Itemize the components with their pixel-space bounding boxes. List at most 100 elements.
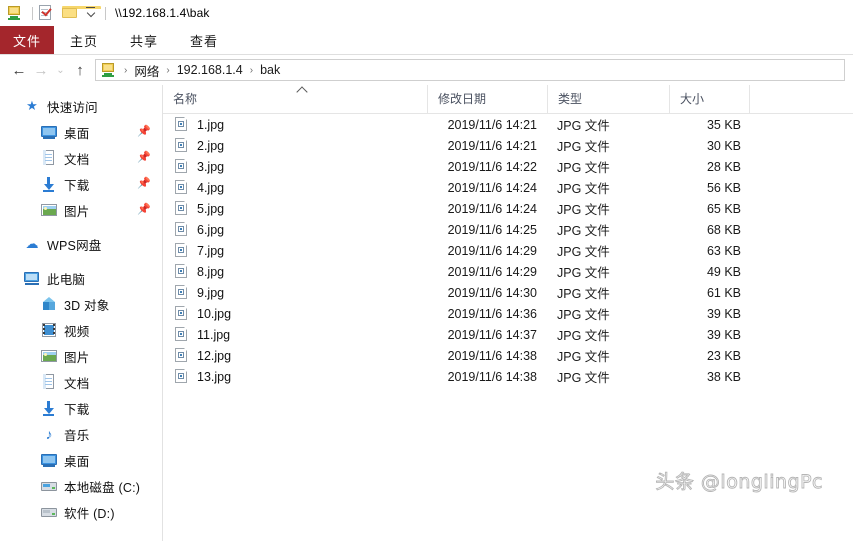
pin-icon[interactable]: 📌: [137, 126, 151, 138]
breadcrumb-folder[interactable]: bak: [257, 63, 283, 77]
table-row[interactable]: 5.jpg 2019/11/6 14:24 JPG 文件 65 KB: [163, 198, 853, 219]
file-size: 28 KB: [706, 159, 741, 174]
recent-locations-button[interactable]: ⌄: [52, 59, 69, 81]
sidebar-label: WPS网盘: [47, 238, 102, 253]
sidebar-item-documents-pc[interactable]: 文档: [0, 369, 162, 395]
breadcrumb-host[interactable]: 192.168.1.4: [174, 63, 246, 77]
file-name: 6.jpg: [197, 222, 225, 237]
customize-quick-access-icon[interactable]: [85, 5, 97, 22]
file-type: JPG 文件: [557, 140, 610, 154]
monitor-icon: [41, 452, 57, 468]
drive-icon: [41, 504, 57, 520]
sidebar-label: 图片: [64, 350, 90, 365]
table-row[interactable]: 7.jpg 2019/11/6 14:29 JPG 文件 63 KB: [163, 240, 853, 261]
sort-ascending-icon: [296, 86, 308, 98]
file-rows: 1.jpg 2019/11/6 14:21 JPG 文件 35 KB 2.jpg 2019…: [163, 114, 853, 387]
sidebar-item-desktop[interactable]: 桌面 📌: [0, 119, 162, 145]
address-input[interactable]: › 网络 › 192.168.1.4 › bak: [95, 59, 845, 81]
file-date: 2019/11/6 14:24: [447, 201, 537, 216]
file-name-cell: 6.jpg: [163, 222, 427, 237]
column-header-date[interactable]: 修改日期: [427, 85, 547, 113]
sidebar-item-documents[interactable]: 文档 📌: [0, 145, 162, 171]
file-date: 2019/11/6 14:36: [447, 306, 537, 321]
tab-share[interactable]: 共享: [114, 26, 174, 54]
file-size: 30 KB: [706, 138, 741, 153]
pin-icon[interactable]: 📌: [137, 178, 151, 190]
file-name: 10.jpg: [197, 306, 232, 321]
file-type: JPG 文件: [557, 329, 610, 343]
sidebar-label: 软件 (D:): [64, 506, 115, 521]
file-name-cell: 7.jpg: [163, 243, 427, 258]
tab-file[interactable]: 文件: [0, 26, 54, 54]
this-pc-icon: [24, 270, 40, 286]
navigation-pane: ★ 快速访问 桌面 📌 文档 📌 下载 📌 图片 📌 ☁ WPS网盘 此电脑 3…: [0, 85, 163, 541]
column-header-filler: [749, 85, 790, 113]
jpg-file-icon: [175, 264, 188, 279]
file-name-cell: 12.jpg: [163, 348, 427, 363]
table-row[interactable]: 2.jpg 2019/11/6 14:21 JPG 文件 30 KB: [163, 135, 853, 156]
sidebar-item-pictures[interactable]: 图片 📌: [0, 197, 162, 223]
file-name: 9.jpg: [197, 285, 225, 300]
table-row[interactable]: 3.jpg 2019/11/6 14:22 JPG 文件 28 KB: [163, 156, 853, 177]
table-row[interactable]: 1.jpg 2019/11/6 14:21 JPG 文件 35 KB: [163, 114, 853, 135]
table-row[interactable]: 12.jpg 2019/11/6 14:38 JPG 文件 23 KB: [163, 345, 853, 366]
forward-button[interactable]: →: [30, 59, 52, 81]
tab-home[interactable]: 主页: [54, 26, 114, 54]
jpg-file-icon: [175, 327, 188, 342]
sidebar-label: 桌面: [64, 454, 90, 469]
sidebar-item-downloads[interactable]: 下载 📌: [0, 171, 162, 197]
new-folder-icon[interactable]: [62, 5, 101, 22]
jpg-file-icon: [175, 369, 188, 384]
table-row[interactable]: 9.jpg 2019/11/6 14:30 JPG 文件 61 KB: [163, 282, 853, 303]
sidebar-label: 下载: [64, 402, 90, 417]
breadcrumb-network[interactable]: 网络: [131, 61, 162, 80]
pictures-icon: [41, 348, 57, 364]
pin-icon[interactable]: 📌: [137, 152, 151, 164]
sidebar-item-videos[interactable]: 视频: [0, 317, 162, 343]
ribbon-tab-bar: 文件 主页 共享 查看: [0, 26, 853, 55]
column-header-size[interactable]: 大小: [669, 85, 749, 113]
network-computer-icon[interactable]: [7, 5, 24, 22]
file-type: JPG 文件: [557, 224, 610, 238]
sidebar-item-pictures-pc[interactable]: 图片: [0, 343, 162, 369]
sidebar-item-downloads-pc[interactable]: 下载: [0, 395, 162, 421]
jpg-file-icon: [175, 159, 188, 174]
table-row[interactable]: 11.jpg 2019/11/6 14:37 JPG 文件 39 KB: [163, 324, 853, 345]
table-row[interactable]: 10.jpg 2019/11/6 14:36 JPG 文件 39 KB: [163, 303, 853, 324]
file-type: JPG 文件: [557, 266, 610, 280]
sidebar-item-local-disk-c[interactable]: 本地磁盘 (C:): [0, 473, 162, 499]
document-icon: [41, 374, 57, 390]
jpg-file-icon: [175, 348, 188, 363]
table-row[interactable]: 6.jpg 2019/11/6 14:25 JPG 文件 68 KB: [163, 219, 853, 240]
pin-icon[interactable]: 📌: [137, 204, 151, 216]
column-header-name[interactable]: 名称: [163, 85, 427, 113]
sidebar-item-quick-access[interactable]: ★ 快速访问: [0, 93, 162, 119]
file-date: 2019/11/6 14:29: [447, 243, 537, 258]
sidebar-label: 图片: [64, 204, 90, 219]
jpg-file-icon: [175, 243, 188, 258]
properties-icon[interactable]: [38, 4, 55, 22]
column-header-type[interactable]: 类型: [547, 85, 669, 113]
sidebar-item-3d-objects[interactable]: 3D 对象: [0, 291, 162, 317]
3d-objects-icon: [41, 296, 57, 312]
table-row[interactable]: 8.jpg 2019/11/6 14:29 JPG 文件 49 KB: [163, 261, 853, 282]
download-icon: [41, 400, 57, 416]
location-network-icon: [101, 62, 118, 79]
table-row[interactable]: 13.jpg 2019/11/6 14:38 JPG 文件 38 KB: [163, 366, 853, 387]
sidebar-label: 下载: [64, 178, 90, 193]
jpg-file-icon: [175, 285, 188, 300]
tab-view[interactable]: 查看: [174, 26, 234, 54]
file-size: 61 KB: [706, 285, 741, 300]
table-row[interactable]: 4.jpg 2019/11/6 14:24 JPG 文件 56 KB: [163, 177, 853, 198]
up-button[interactable]: ↑: [69, 59, 91, 81]
file-name-cell: 8.jpg: [163, 264, 427, 279]
sidebar-item-music[interactable]: ♪ 音乐: [0, 421, 162, 447]
title-bar: \\192.168.1.4\bak: [0, 0, 853, 26]
file-list-pane: 名称 修改日期 类型 大小 1.jpg 2019/11/6 14:21 JPG 文件…: [163, 85, 853, 541]
back-button[interactable]: ←: [8, 59, 30, 81]
sidebar-item-desktop-pc[interactable]: 桌面: [0, 447, 162, 473]
sidebar-item-software-d[interactable]: 软件 (D:): [0, 499, 162, 525]
sidebar-item-wps-cloud[interactable]: ☁ WPS网盘: [0, 231, 162, 257]
breadcrumb-separator-2: ›: [166, 64, 170, 76]
sidebar-item-this-pc[interactable]: 此电脑: [0, 265, 162, 291]
